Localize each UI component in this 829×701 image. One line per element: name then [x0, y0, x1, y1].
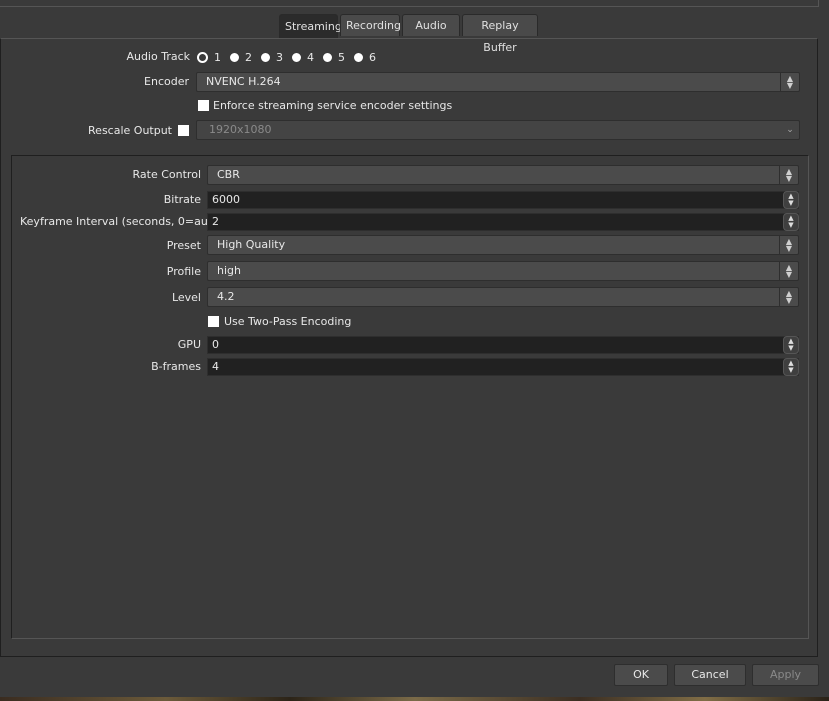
audio-track-label: Audio Track — [126, 50, 190, 63]
profile-select[interactable]: high ▲ ▼ — [207, 261, 799, 281]
audio-track-option-2[interactable]: 2 — [230, 51, 252, 64]
tab-streaming[interactable]: Streaming — [279, 14, 342, 38]
keyframe-interval-spinbox[interactable]: 2 ▲ ▼ — [207, 213, 799, 231]
spin-up-down-icon[interactable]: ▲ ▼ — [783, 336, 799, 354]
preset-value: High Quality — [217, 238, 286, 251]
preset-select[interactable]: High Quality ▲ ▼ — [207, 235, 799, 255]
rate-control-select[interactable]: CBR ▲ ▼ — [207, 165, 799, 185]
b-frames-value: 4 — [212, 360, 219, 373]
preset-label: Preset — [166, 239, 201, 252]
audio-track-option-4[interactable]: 4 — [292, 51, 314, 64]
rescale-output-checkbox[interactable] — [178, 125, 189, 136]
rescale-resolution-value: 1920x1080 — [209, 123, 272, 136]
bitrate-spinbox[interactable]: 6000 ▲ ▼ — [207, 191, 799, 209]
level-label: Level — [171, 291, 201, 304]
level-select[interactable]: 4.2 ▲ ▼ — [207, 287, 799, 307]
rescale-resolution-select[interactable]: 1920x1080 ⌄ — [196, 120, 800, 140]
radio-icon[interactable] — [261, 52, 270, 62]
encoder-value: NVENC H.264 — [206, 75, 281, 88]
chevron-up-down-icon: ▲ ▼ — [780, 73, 799, 91]
tab-recording[interactable]: Recording — [340, 14, 401, 36]
audio-track-option-5[interactable]: 5 — [323, 51, 345, 64]
b-frames-label: B-frames — [151, 360, 201, 373]
chevron-up-down-icon: ▲ ▼ — [779, 236, 798, 254]
enforce-encoder-settings-checkbox[interactable] — [198, 100, 209, 111]
background-strip — [0, 697, 829, 701]
profile-label: Profile — [166, 265, 201, 278]
output-settings-window: Streaming Recording Audio Replay Buffer … — [0, 0, 829, 701]
tab-audio[interactable]: Audio — [402, 14, 460, 36]
radio-icon[interactable] — [323, 52, 332, 62]
radio-icon[interactable] — [354, 52, 363, 62]
spin-up-down-icon[interactable]: ▲ ▼ — [783, 358, 799, 376]
audio-track-option-3[interactable]: 3 — [261, 51, 283, 64]
apply-button[interactable]: Apply — [752, 664, 819, 686]
radio-checked-icon[interactable] — [197, 51, 208, 63]
b-frames-spinbox[interactable]: 4 ▲ ▼ — [207, 358, 799, 376]
gpu-value: 0 — [212, 338, 219, 351]
audio-track-radio-group: 1 2 3 4 5 6 — [197, 47, 385, 67]
audio-track-option-6[interactable]: 6 — [354, 51, 376, 64]
spin-up-down-icon[interactable]: ▲ ▼ — [783, 191, 799, 209]
chevron-up-down-icon: ▲ ▼ — [779, 288, 798, 306]
audio-track-option-1[interactable]: 1 — [197, 51, 221, 64]
encoder-label: Encoder — [144, 75, 189, 88]
ok-button[interactable]: OK — [614, 664, 668, 686]
level-value: 4.2 — [217, 290, 235, 303]
tab-replay-buffer[interactable]: Replay Buffer — [462, 14, 538, 54]
bitrate-value: 6000 — [212, 193, 240, 206]
keyframe-interval-value: 2 — [212, 215, 219, 228]
enforce-encoder-settings-label: Enforce streaming service encoder settin… — [213, 99, 453, 112]
profile-value: high — [217, 264, 241, 277]
chevron-up-down-icon: ▲ ▼ — [779, 166, 798, 184]
two-pass-encoding-label: Use Two-Pass Encoding — [224, 315, 352, 328]
bitrate-label: Bitrate — [163, 193, 201, 206]
rescale-output-label: Rescale Output — [88, 124, 172, 137]
spin-up-down-icon[interactable]: ▲ ▼ — [783, 213, 799, 231]
radio-icon[interactable] — [292, 52, 301, 62]
keyframe-interval-label: Keyframe Interval (seconds, 0=auto) — [20, 215, 224, 228]
encoder-select[interactable]: NVENC H.264 ▲ ▼ — [196, 72, 800, 92]
rate-control-value: CBR — [217, 168, 240, 181]
radio-icon[interactable] — [230, 52, 239, 62]
top-frame — [0, 0, 819, 7]
chevron-up-down-icon: ▲ ▼ — [779, 262, 798, 280]
two-pass-encoding-checkbox[interactable] — [208, 316, 219, 327]
gpu-spinbox[interactable]: 0 ▲ ▼ — [207, 336, 799, 354]
gpu-label: GPU — [177, 338, 201, 351]
rate-control-label: Rate Control — [132, 168, 201, 181]
cancel-button[interactable]: Cancel — [674, 664, 746, 686]
output-tabs: Streaming Recording Audio Replay Buffer — [279, 14, 538, 54]
chevron-down-icon: ⌄ — [786, 124, 794, 135]
